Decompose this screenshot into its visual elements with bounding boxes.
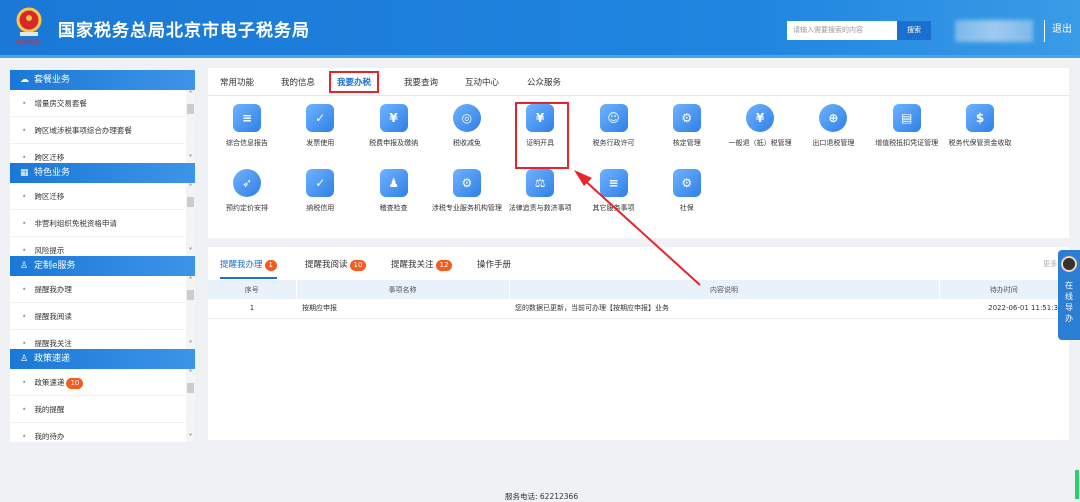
online-guide-label: 在线导办 [1065, 281, 1073, 323]
avatar-icon [1061, 256, 1077, 272]
red-arrow-annotation [574, 170, 701, 286]
online-guide-widget[interactable]: 在线导办 [1058, 250, 1080, 340]
service-phone: 服务电话: 62212366 [505, 492, 579, 501]
scroll-indicator[interactable] [1075, 470, 1079, 499]
